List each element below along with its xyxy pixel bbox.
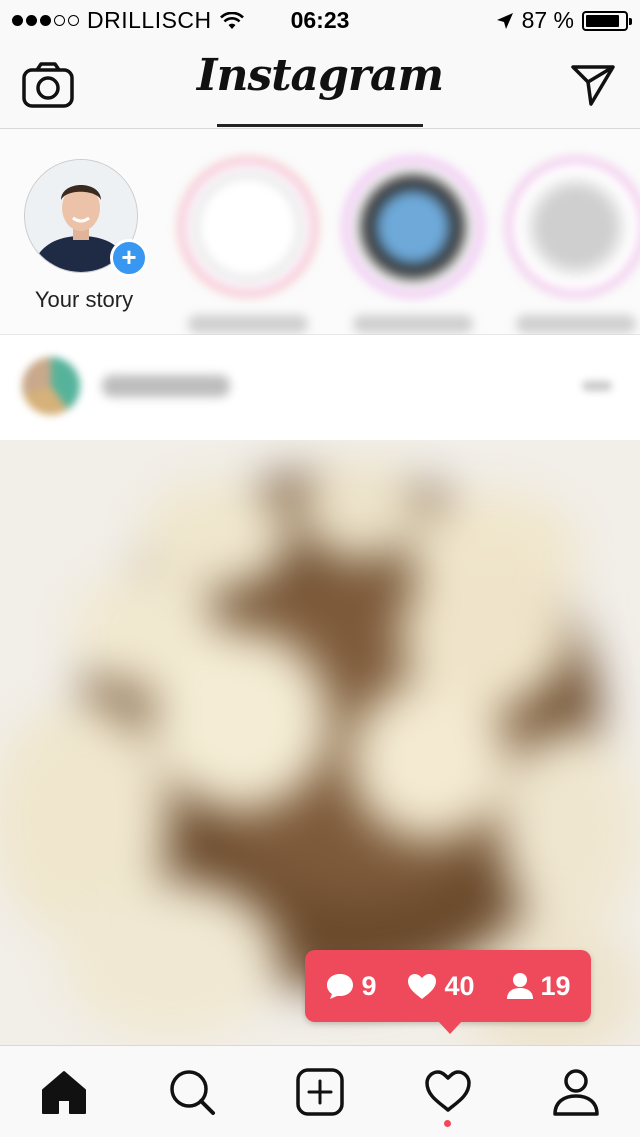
- top-navigation-bar: Instagram: [0, 40, 640, 129]
- new-post-icon[interactable]: [295, 1068, 345, 1116]
- more-options-icon[interactable]: [582, 381, 612, 391]
- comments-count: 9: [361, 970, 377, 1001]
- instagram-logo[interactable]: Instagram: [0, 50, 640, 101]
- status-right: 87 %: [496, 7, 632, 34]
- feed-tab-indicator: [217, 124, 423, 127]
- activity-heart-icon[interactable]: [423, 1068, 473, 1116]
- plus-icon[interactable]: +: [110, 239, 148, 277]
- search-icon[interactable]: [167, 1068, 217, 1116]
- location-arrow-icon: [496, 12, 513, 29]
- direct-send-icon[interactable]: [570, 62, 616, 108]
- likes-count: 40: [444, 970, 475, 1001]
- your-story-label: Your story: [34, 287, 134, 312]
- story-item[interactable]: [343, 157, 483, 333]
- popup-pointer: [437, 1020, 463, 1034]
- story-item[interactable]: [178, 157, 318, 333]
- status-bar: DRILLISCH 06:23 87 %: [0, 0, 640, 40]
- activity-notification-popup[interactable]: 9 40 19: [305, 950, 591, 1022]
- battery-percent: 87 %: [521, 7, 574, 33]
- heart-icon: [408, 974, 437, 999]
- story-item[interactable]: [506, 157, 640, 333]
- likes-count-group: 40: [406, 970, 475, 1002]
- new-activity-indicator: [444, 1120, 451, 1127]
- followers-count-group: 19: [505, 971, 571, 1002]
- post-header: [0, 335, 640, 440]
- profile-icon[interactable]: [551, 1068, 601, 1116]
- home-icon[interactable]: [39, 1068, 89, 1116]
- your-story[interactable]: + Your story: [24, 159, 148, 312]
- person-icon: [506, 973, 533, 999]
- battery-icon: [582, 10, 632, 31]
- comments-count-group: 9: [325, 971, 376, 1002]
- followers-count: 19: [540, 970, 571, 1001]
- stories-tray: + Your story: [0, 129, 640, 335]
- post-author-name[interactable]: [102, 375, 230, 397]
- post-author-avatar[interactable]: [22, 357, 80, 415]
- bottom-tab-bar: [0, 1045, 640, 1137]
- comment-icon: [327, 974, 354, 999]
